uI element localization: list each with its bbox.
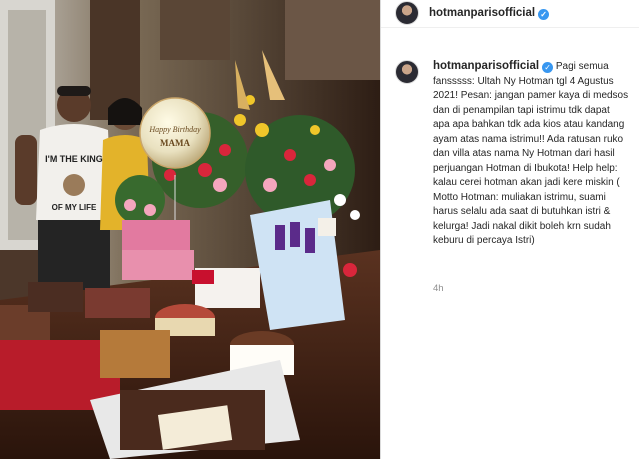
birthday-party-photo: I'M THE KING OF MY LIFE Happy Birthday M… [0, 0, 380, 459]
username-text[interactable]: hotmanparisofficial [429, 7, 535, 19]
caption-username[interactable]: hotmanparisofficial [433, 60, 539, 72]
post-caption: hotmanparisofficial ✓ Pagi semua fansssss… [433, 59, 629, 249]
post-header: hotmanparisofficial ✓ [381, 0, 639, 28]
svg-text:OF MY LIFE: OF MY LIFE [52, 203, 97, 212]
svg-text:MAMA: MAMA [160, 138, 190, 148]
header-username[interactable]: hotmanparisofficial ✓ [429, 7, 550, 20]
verified-badge-icon: ✓ [538, 9, 550, 20]
caption-avatar[interactable] [395, 60, 419, 84]
svg-text:Happy Birthday: Happy Birthday [148, 125, 201, 134]
svg-text:I'M THE KING: I'M THE KING [45, 154, 103, 164]
post-detail-panel: hotmanparisofficial ✓ hotmanparisofficial… [381, 0, 639, 459]
caption-verified-badge-icon: ✓ [542, 62, 554, 73]
post-photo[interactable]: I'M THE KING OF MY LIFE Happy Birthday M… [0, 0, 380, 459]
avatar[interactable] [395, 1, 419, 25]
post-timestamp: 4h [433, 283, 444, 294]
caption-text: Pagi semua fansssss: Ultah Ny Hotman tgl… [433, 61, 629, 246]
